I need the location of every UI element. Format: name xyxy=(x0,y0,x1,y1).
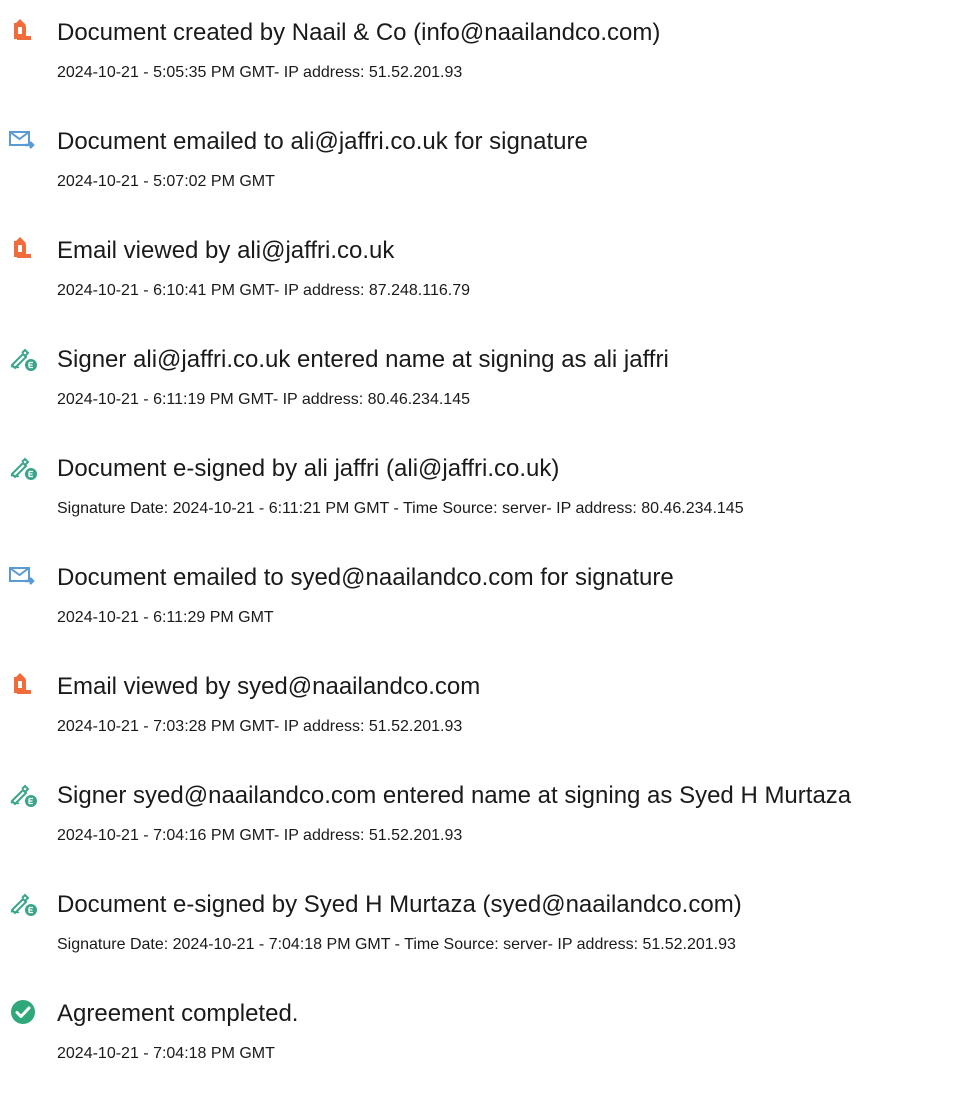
event-detail: 2024-10-21 - 7:04:18 PM GMT xyxy=(57,1045,275,1062)
document-viewed-icon xyxy=(8,234,38,264)
audit-event: Email viewed by ali@jaffri.co.uk 2024-10… xyxy=(0,228,976,328)
e-signature-icon xyxy=(8,343,38,373)
e-signature-icon xyxy=(8,452,38,482)
email-sent-icon xyxy=(8,561,38,591)
event-title: Signer ali@jaffri.co.uk entered name at … xyxy=(57,346,669,373)
event-detail: 2024-10-21 - 6:11:29 PM GMT xyxy=(57,609,274,626)
e-signature-icon xyxy=(8,888,38,918)
audit-event: Signer syed@naailandco.com entered name … xyxy=(0,773,976,873)
email-sent-icon xyxy=(8,125,38,155)
audit-event: Document e-signed by ali jaffri (ali@jaf… xyxy=(0,446,976,546)
event-title: Document e-signed by Syed H Murtaza (sye… xyxy=(57,891,742,918)
audit-event: Document emailed to ali@jaffri.co.uk for… xyxy=(0,119,976,219)
event-detail: 2024-10-21 - 7:04:16 PM GMT- IP address:… xyxy=(57,827,463,844)
event-detail: Signature Date: 2024-10-21 - 6:11:21 PM … xyxy=(57,500,744,517)
event-detail: 2024-10-21 - 6:10:41 PM GMT- IP address:… xyxy=(57,282,470,299)
event-detail: 2024-10-21 - 5:07:02 PM GMT xyxy=(57,173,275,190)
audit-event: Signer ali@jaffri.co.uk entered name at … xyxy=(0,337,976,437)
audit-event: Document created by Naail & Co (info@naa… xyxy=(0,10,976,110)
event-detail: Signature Date: 2024-10-21 - 7:04:18 PM … xyxy=(57,936,736,953)
checkmark-circle-icon xyxy=(8,997,38,1027)
event-title: Email viewed by syed@naailandco.com xyxy=(57,673,481,700)
document-viewed-icon xyxy=(8,670,38,700)
event-title: Email viewed by ali@jaffri.co.uk xyxy=(57,237,395,264)
audit-event: Agreement completed. 2024-10-21 - 7:04:1… xyxy=(0,991,976,1091)
audit-event: Document emailed to syed@naailandco.com … xyxy=(0,555,976,655)
event-title: Document created by Naail & Co (info@naa… xyxy=(57,19,661,46)
event-title: Agreement completed. xyxy=(57,1000,299,1027)
event-title: Signer syed@naailandco.com entered name … xyxy=(57,782,852,809)
event-title: Document emailed to ali@jaffri.co.uk for… xyxy=(57,128,588,155)
event-detail: 2024-10-21 - 7:03:28 PM GMT- IP address:… xyxy=(57,718,463,735)
event-detail: 2024-10-21 - 5:05:35 PM GMT- IP address:… xyxy=(57,64,463,81)
document-created-icon xyxy=(8,16,38,46)
audit-event: Email viewed by syed@naailandco.com 2024… xyxy=(0,664,976,764)
event-detail: 2024-10-21 - 6:11:19 PM GMT- IP address:… xyxy=(57,391,470,408)
event-title: Document emailed to syed@naailandco.com … xyxy=(57,564,674,591)
e-signature-icon xyxy=(8,779,38,809)
event-title: Document e-signed by ali jaffri (ali@jaf… xyxy=(57,455,560,482)
audit-event: Document e-signed by Syed H Murtaza (sye… xyxy=(0,882,976,982)
